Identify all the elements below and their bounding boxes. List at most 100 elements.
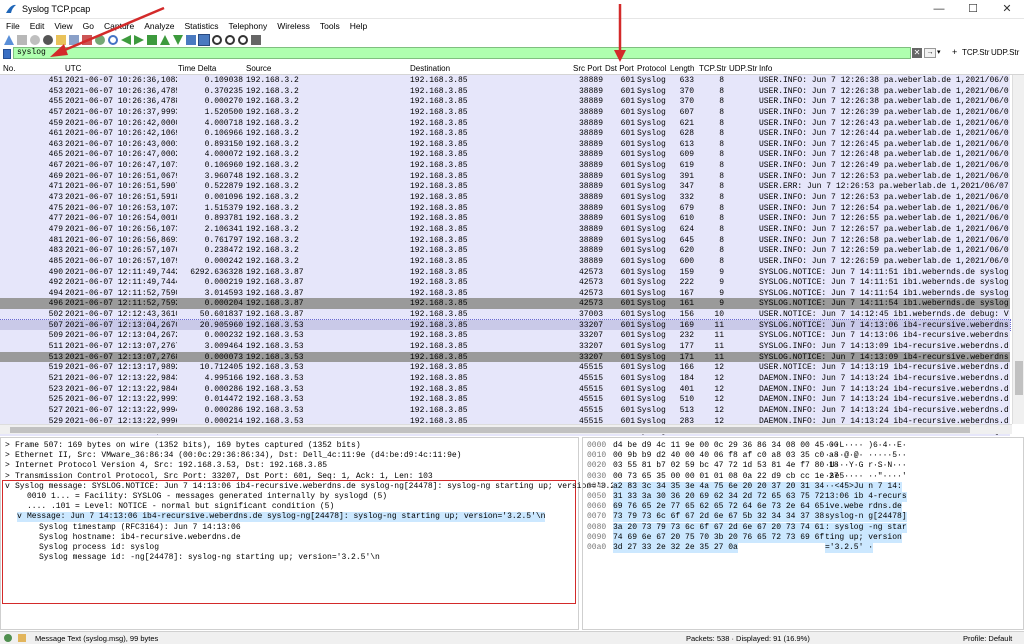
menu-help[interactable]: Help (350, 21, 367, 31)
detail-tree-item[interactable]: Syslog timestamp (RFC3164): Jun 7 14:13:… (29, 523, 241, 533)
hex-ascii[interactable]: ting up; version (825, 532, 902, 543)
col-header-time-delta[interactable]: Time Delta (178, 64, 216, 73)
hex-bytes[interactable]: d4 be d9 4c 11 9e 00 0c 29 36 86 34 08 0… (613, 441, 839, 451)
table-row[interactable]: 5232021-06-07 12:13:22,9846720.000286192… (0, 383, 1010, 395)
table-row[interactable]: 5092021-06-07 12:13:04,2672780.000232192… (0, 330, 1010, 342)
packet-list-horizontal-scrollbar[interactable] (0, 424, 1012, 434)
col-header-protocol[interactable]: Protocol (637, 64, 666, 73)
start-capture-icon[interactable] (4, 35, 14, 45)
table-row[interactable]: 4772021-06-07 10:26:54,0010530.893781192… (0, 213, 1010, 224)
col-header-dst-port[interactable]: Dst Port (605, 64, 634, 73)
table-row[interactable]: 4612021-06-07 10:26:42,1069880.106966192… (0, 128, 1010, 139)
status-profile[interactable]: Profile: Default (963, 634, 1012, 643)
col-header-source[interactable]: Source (246, 64, 271, 73)
autoscroll-icon[interactable] (186, 35, 196, 45)
table-row[interactable]: 4792021-06-07 10:26:56,1073942.106341192… (0, 223, 1010, 235)
hex-bytes[interactable]: a2 83 3c 34 35 3e 4a 75 6e 20 20 37 20 3… (613, 481, 839, 492)
restart-capture-icon[interactable] (30, 35, 40, 45)
filter-button-udp-str[interactable]: UDP.Str (991, 48, 1019, 57)
hex-ascii[interactable]: : syslog -ng star (825, 522, 907, 533)
col-header-udp-str[interactable]: UDP.Str (729, 64, 757, 73)
hex-ascii[interactable]: ive.webe rdns.de (825, 502, 902, 513)
detail-tree-item[interactable]: .... .101 = Level: NOTICE - normal but s… (17, 502, 334, 512)
table-row[interactable]: 4832021-06-07 10:26:57,1076630.238472192… (0, 245, 1010, 256)
detail-tree-item[interactable]: 0010 1... = Facility: SYSLOG - messages … (17, 492, 387, 502)
zoom-out-icon[interactable] (225, 35, 235, 45)
detail-tree-item[interactable]: Syslog hostname: ib4-recursive.weberdns.… (29, 533, 241, 543)
table-row[interactable]: 4852021-06-07 10:26:57,1079050.000242192… (0, 255, 1010, 267)
hex-ascii[interactable]: ··<45>Ju n 7 14: (825, 481, 902, 492)
expand-toggle-icon[interactable]: v (17, 512, 27, 522)
table-row[interactable]: 4652021-06-07 10:26:47,0002104.000072192… (0, 149, 1010, 161)
hex-bytes[interactable]: 73 79 73 6c 6f 67 2d 6e 67 5b 32 34 34 3… (613, 512, 839, 523)
hex-bytes[interactable]: 31 33 3a 30 36 20 69 62 34 2d 72 65 63 7… (613, 492, 839, 502)
table-row[interactable]: 5272021-06-07 12:13:22,9994300.000286192… (0, 404, 1010, 416)
menu-wireless[interactable]: Wireless (277, 21, 310, 31)
detail-tree-item[interactable]: Syslog message id: -ng[24478]: syslog-ng… (29, 553, 380, 563)
scroll-thumb[interactable] (10, 427, 970, 433)
clear-filter-icon[interactable]: ✕ (912, 48, 922, 58)
hex-ascii[interactable]: ='3.2.5' · (825, 543, 874, 553)
table-row[interactable]: 5192021-06-07 12:13:17,98922010.71240519… (0, 362, 1010, 373)
detail-tree-item[interactable]: > Transmission Control Protocol, Src Port… (5, 472, 433, 482)
table-row[interactable]: 4902021-06-07 12:11:49,744233 6292.636328… (0, 266, 1010, 278)
hex-bytes[interactable]: 03 55 81 b7 02 59 bc 47 72 1d 53 81 4e f… (613, 461, 839, 471)
table-row[interactable]: 4812021-06-07 10:26:56,8691910.761797192… (0, 234, 1010, 246)
close-button[interactable]: ✕ (990, 0, 1024, 19)
col-header-utc[interactable]: UTC (65, 64, 81, 73)
maximize-button[interactable]: ☐ (956, 0, 990, 19)
menu-file[interactable]: File (6, 21, 20, 31)
table-row[interactable]: 5072021-06-07 12:13:04,26704620.90596019… (0, 318, 1011, 332)
expert-info-icon[interactable] (4, 634, 12, 642)
table-row[interactable]: 5132021-06-07 12:13:07,2768150.000073192… (0, 351, 1010, 363)
col-header-destination[interactable]: Destination (410, 64, 450, 73)
table-row[interactable]: 4732021-06-07 10:26:51,5918930.001096192… (0, 192, 1010, 203)
minimize-button[interactable]: — (922, 0, 956, 19)
table-row[interactable]: 4572021-06-07 10:26:37,9993041.520500192… (0, 106, 1010, 118)
menu-telephony[interactable]: Telephony (229, 21, 268, 31)
expand-toggle-icon[interactable]: > (5, 472, 15, 482)
add-filter-button[interactable]: + (952, 47, 957, 57)
hex-bytes[interactable]: 3d 27 33 2e 32 2e 35 27 0a (613, 543, 738, 553)
table-row[interactable]: 4532021-06-07 10:26:36,4785340.370235192… (0, 85, 1010, 97)
hex-ascii[interactable]: 13:06 ib 4-recurs (825, 492, 907, 502)
table-row[interactable]: 4752021-06-07 10:26:53,1072721.515379192… (0, 202, 1010, 214)
table-row[interactable]: 5022021-06-07 12:12:43,36108650.60183719… (0, 309, 1010, 320)
table-row[interactable]: 4592021-06-07 10:26:42,0000224.000718192… (0, 117, 1010, 129)
col-header-length[interactable]: Length (670, 64, 694, 73)
table-row[interactable]: 5212021-06-07 12:13:22,9843864.995166192… (0, 372, 1010, 384)
table-row[interactable]: 4922021-06-07 12:11:49,7444520.000219192… (0, 277, 1010, 288)
apply-filter-button[interactable]: → (924, 48, 936, 58)
last-packet-icon[interactable] (173, 35, 183, 45)
filter-history-dropdown[interactable]: ▾ (937, 48, 946, 58)
hex-ascii[interactable]: ·se5···· ··"····' (825, 472, 907, 482)
hex-bytes[interactable]: 00 9b b9 d2 40 00 40 06 f8 af c0 a8 03 3… (613, 451, 839, 461)
expand-toggle-icon[interactable]: > (5, 441, 15, 451)
table-row[interactable]: 4962021-06-07 12:11:52,7592490.000204192… (0, 298, 1010, 310)
table-row[interactable]: 4552021-06-07 10:26:36,4788040.000270192… (0, 96, 1010, 107)
filter-bookmark-icon[interactable] (3, 48, 11, 59)
table-row[interactable]: 4692021-06-07 10:26:51,0679183.960748192… (0, 170, 1010, 182)
detail-tree-item[interactable]: Syslog process id: syslog (29, 543, 159, 553)
table-row[interactable]: 4712021-06-07 10:26:51,5907970.522879192… (0, 181, 1010, 193)
table-row[interactable]: 5252021-06-07 12:13:22,9991440.014472192… (0, 394, 1010, 405)
hex-bytes[interactable]: 69 76 65 2e 77 65 62 65 72 64 6e 73 2e 6… (613, 502, 839, 513)
resize-columns-icon[interactable] (251, 35, 261, 45)
table-row[interactable]: 4672021-06-07 10:26:47,1071700.106960192… (0, 160, 1010, 171)
table-row[interactable]: 5112021-06-07 12:13:07,2767423.009464192… (0, 341, 1010, 352)
hex-bytes[interactable]: 00 73 65 35 00 00 01 01 08 0a 22 d9 cb c… (613, 472, 839, 482)
hex-ascii[interactable]: ····@·@· ·····5·· (825, 451, 907, 461)
menu-tools[interactable]: Tools (320, 21, 340, 31)
detail-tree-item[interactable]: v Syslog message: SYSLOG.NOTICE: Jun 7 14… (5, 482, 639, 492)
table-row[interactable]: 4942021-06-07 12:11:52,7590453.014593192… (0, 287, 1010, 299)
hex-bytes[interactable]: 74 69 6e 67 20 75 70 3b 20 76 65 72 73 6… (613, 532, 839, 543)
hex-ascii[interactable]: ·U···Y·G r·S·N··· (825, 461, 907, 471)
normal-size-icon[interactable] (238, 35, 248, 45)
expand-toggle-icon[interactable]: > (5, 451, 15, 461)
colorize-icon[interactable] (198, 34, 210, 46)
hex-ascii[interactable]: ···L···· )6·4··E· (825, 441, 907, 451)
col-header-src-port[interactable]: Src Port (573, 64, 602, 73)
menu-statistics[interactable]: Statistics (184, 21, 218, 31)
detail-tree-item[interactable]: v Message: Jun 7 14:13:06 ib4-recursive.w… (17, 512, 546, 523)
scroll-thumb[interactable] (1015, 361, 1023, 395)
